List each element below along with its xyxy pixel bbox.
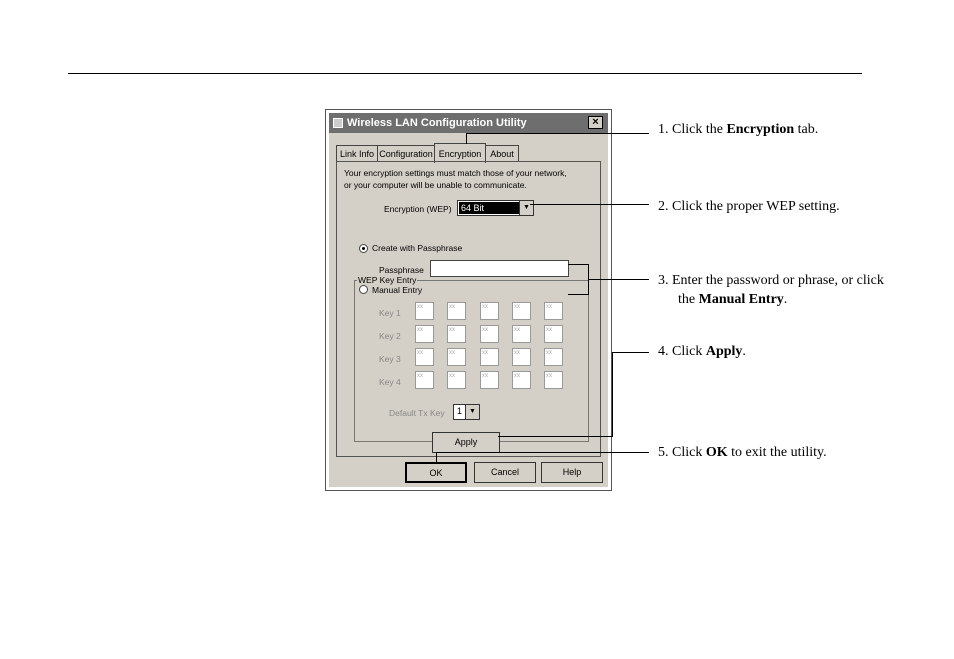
passphrase-label: Passphrase: [379, 265, 424, 275]
key-4-byte-3[interactable]: xx: [480, 371, 499, 389]
key-1-byte-1[interactable]: xx: [415, 302, 434, 320]
key-2-byte-1[interactable]: xx: [415, 325, 434, 343]
callout-5-vertical: [436, 452, 437, 462]
encryption-select[interactable]: 64 Bit ▼: [457, 200, 534, 216]
notice-line-2: or your computer will be unable to commu…: [344, 180, 527, 190]
key-3-byte-2[interactable]: xx: [447, 348, 466, 366]
key-3-label: Key 3: [379, 354, 401, 364]
chevron-down-icon[interactable]: ▼: [465, 405, 479, 419]
encryption-label: Encryption (WEP): [384, 204, 452, 214]
tab-about[interactable]: About: [485, 145, 519, 162]
close-icon: ×: [592, 116, 599, 128]
key-4-byte-2[interactable]: xx: [447, 371, 466, 389]
callout-4-horizontal: [498, 436, 613, 437]
notice-line-1: Your encryption settings must match thos…: [344, 168, 567, 178]
key-3-byte-5[interactable]: xx: [544, 348, 563, 366]
apply-button[interactable]: Apply: [432, 432, 500, 453]
default-tx-key-label: Default Tx Key: [389, 408, 445, 418]
key-3-byte-4[interactable]: xx: [512, 348, 531, 366]
annotation-step-2: 2. Click the proper WEP setting.: [658, 199, 840, 214]
ok-button[interactable]: OK: [405, 462, 467, 483]
key-4-byte-5[interactable]: xx: [544, 371, 563, 389]
callout-3-top: [568, 264, 588, 265]
tab-link-info[interactable]: Link Info: [336, 145, 378, 162]
key-1-byte-5[interactable]: xx: [544, 302, 563, 320]
callout-4-connector: [612, 352, 649, 353]
key-2-byte-3[interactable]: xx: [480, 325, 499, 343]
page-header-rule: [68, 73, 862, 74]
app-icon: [333, 118, 343, 128]
key-2-byte-5[interactable]: xx: [544, 325, 563, 343]
cancel-button[interactable]: Cancel: [474, 462, 536, 483]
key-1-byte-4[interactable]: xx: [512, 302, 531, 320]
annotation-step-4: 4. Click Apply.: [658, 344, 746, 359]
annotation-step-1: 1. Click the Encryption tab.: [658, 122, 819, 137]
encryption-panel: Your encryption settings must match thos…: [336, 161, 601, 457]
annotation-step-5: 5. Click OK to exit the utility.: [658, 445, 827, 460]
tab-encryption[interactable]: Encryption: [434, 143, 486, 163]
annotation-step-3-line-2: the Manual Entry.: [678, 292, 788, 307]
radio-create-with-passphrase[interactable]: [359, 244, 368, 253]
key-2-byte-4[interactable]: xx: [512, 325, 531, 343]
key-4-label: Key 4: [379, 377, 401, 387]
key-3-byte-1[interactable]: xx: [415, 348, 434, 366]
callout-1-vertical: [466, 133, 467, 144]
passphrase-input[interactable]: [430, 260, 569, 277]
callout-1-horizontal: [466, 133, 649, 134]
encryption-selected-value: 64 Bit: [459, 202, 519, 214]
title-bar[interactable]: Wireless LAN Configuration Utility ×: [329, 113, 608, 133]
callout-5-horizontal: [436, 452, 649, 453]
key-2-label: Key 2: [379, 331, 401, 341]
wep-group-label: WEP Key Entry: [357, 275, 418, 285]
callout-3-connector: [588, 279, 649, 280]
annotation-step-3: 3. Enter the password or phrase, or clic…: [658, 273, 884, 288]
default-tx-key-value: 1: [457, 406, 463, 416]
key-4-byte-4[interactable]: xx: [512, 371, 531, 389]
callout-4-vertical: [612, 352, 613, 437]
key-1-label: Key 1: [379, 308, 401, 318]
radio-manual-label: Manual Entry: [372, 285, 423, 295]
window-title: Wireless LAN Configuration Utility: [347, 117, 527, 129]
default-tx-key-select[interactable]: 1 ▼: [453, 404, 480, 420]
callout-2-line: [530, 204, 649, 205]
radio-passphrase-label: Create with Passphrase: [372, 243, 463, 253]
key-4-byte-1[interactable]: xx: [415, 371, 434, 389]
key-1-byte-3[interactable]: xx: [480, 302, 499, 320]
key-1-byte-2[interactable]: xx: [447, 302, 466, 320]
key-3-byte-3[interactable]: xx: [480, 348, 499, 366]
tab-configuration[interactable]: Configuration: [377, 145, 435, 162]
key-2-byte-2[interactable]: xx: [447, 325, 466, 343]
callout-3-bottom: [568, 294, 588, 295]
help-button[interactable]: Help: [541, 462, 603, 483]
radio-manual-entry[interactable]: [359, 285, 368, 294]
dialog-body: Wireless LAN Configuration Utility × Lin…: [329, 113, 608, 487]
close-button[interactable]: ×: [588, 116, 603, 129]
wlan-config-dialog: Wireless LAN Configuration Utility × Lin…: [325, 109, 612, 491]
